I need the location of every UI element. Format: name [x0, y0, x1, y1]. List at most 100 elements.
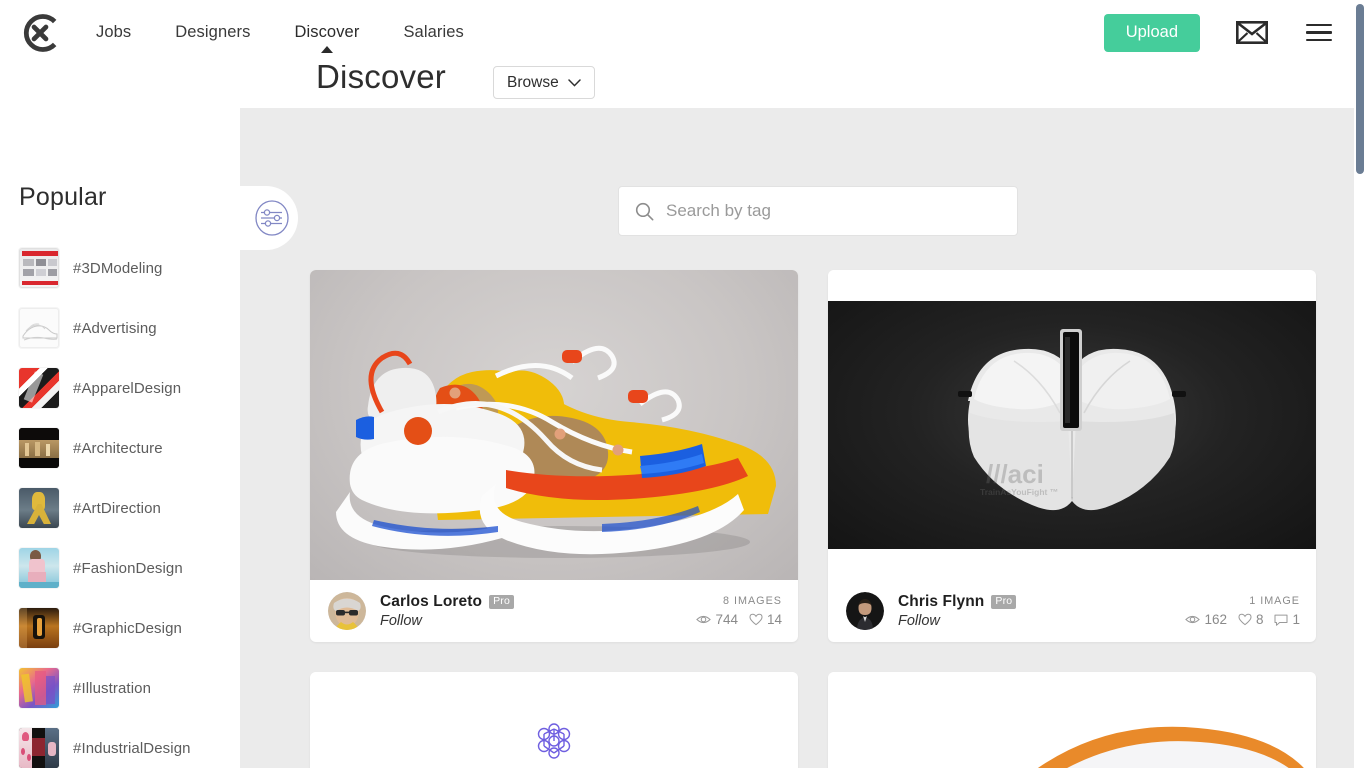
comment-bubble-icon: [1274, 614, 1288, 626]
search-bar[interactable]: [618, 186, 1018, 236]
eye-icon: [1185, 615, 1201, 624]
card-media[interactable]: [828, 672, 1316, 768]
search-icon: [635, 202, 654, 220]
popular-tags-sidebar: Popular #3DModeling #Advertising #Appare…: [0, 108, 240, 768]
site-header: Jobs Designers Discover Salaries Upload: [0, 0, 1354, 65]
hamburger-menu-icon[interactable]: [1306, 19, 1332, 47]
heart-icon: [1238, 613, 1252, 626]
svg-text:TrainAsYouFight ™: TrainAsYouFight ™: [980, 487, 1058, 497]
views-stat: 162: [1185, 612, 1227, 627]
browse-dropdown[interactable]: Browse: [493, 66, 595, 99]
author-row: Chris Flynn Pro: [898, 593, 1017, 611]
author-name[interactable]: Carlos Loreto: [380, 593, 482, 611]
pro-badge: Pro: [489, 594, 515, 610]
sidebar-item-appareldesign[interactable]: #ApparelDesign: [19, 358, 240, 418]
likes-stat[interactable]: 14: [749, 612, 782, 627]
sidebar-item-label: #Illustration: [73, 679, 152, 697]
comments-stat[interactable]: 1: [1274, 612, 1300, 627]
sidebar-item-artdirection[interactable]: #ArtDirection: [19, 478, 240, 538]
discover-content: Carlos Loreto Pro Follow 8 IMAGES: [240, 108, 1354, 768]
tag-thumbnail: [19, 248, 59, 288]
follow-link[interactable]: Follow: [380, 613, 514, 629]
avatar[interactable]: [846, 592, 884, 630]
stat-row: 162 8 1: [1185, 612, 1300, 627]
envelope-icon[interactable]: [1236, 21, 1268, 44]
nav-item-discover[interactable]: Discover: [294, 23, 360, 53]
likes-stat[interactable]: 8: [1238, 612, 1264, 627]
card-author-meta: Chris Flynn Pro Follow: [898, 593, 1017, 629]
image-count: 1 IMAGE: [1249, 595, 1300, 607]
header-actions: Upload: [1103, 13, 1354, 52]
tag-thumbnail: [19, 368, 59, 408]
comments-count: 1: [1292, 612, 1300, 627]
heart-icon: [749, 613, 763, 626]
tag-thumbnail: [19, 668, 59, 708]
card-media[interactable]: ///aci TrainAsYouFight ™: [828, 270, 1316, 580]
sidebar-item-label: #ArtDirection: [73, 499, 161, 517]
nav-label: Discover: [294, 23, 360, 41]
views-stat: 744: [696, 612, 738, 627]
svg-text:///aci: ///aci: [986, 459, 1044, 489]
active-nav-caret-icon: [320, 46, 333, 53]
sidebar-item-label: #Advertising: [73, 319, 157, 337]
card-footer: Chris Flynn Pro Follow 1 IMAGE 162 8 1: [828, 580, 1316, 642]
tag-thumbnail: [19, 488, 59, 528]
sidebar-item-label: #3DModeling: [73, 259, 163, 277]
nav-item-designers[interactable]: Designers: [175, 23, 250, 42]
project-card-grid: Carlos Loreto Pro Follow 8 IMAGES 744 14…: [310, 270, 1320, 768]
card-media[interactable]: [310, 270, 798, 580]
nav-item-jobs[interactable]: Jobs: [96, 23, 131, 42]
project-card[interactable]: ///aci TrainAsYouFight ™ Chris Flynn Pro…: [828, 270, 1316, 642]
views-count: 162: [1204, 612, 1227, 627]
chevron-down-icon: [567, 78, 581, 87]
filter-toggle-button[interactable]: [240, 186, 298, 250]
sidebar-item-graphicdesign[interactable]: #GraphicDesign: [19, 598, 240, 658]
card-media[interactable]: [310, 672, 798, 768]
likes-count: 14: [766, 612, 782, 627]
author-name[interactable]: Chris Flynn: [898, 593, 984, 611]
project-card[interactable]: [828, 672, 1316, 768]
3d-sneaker-render: [336, 345, 776, 558]
sidebar-item-label: #Architecture: [73, 439, 163, 457]
pro-badge: Pro: [991, 594, 1017, 610]
scrollbar-thumb[interactable]: [1356, 4, 1364, 174]
avatar[interactable]: [328, 592, 366, 630]
author-row: Carlos Loreto Pro: [380, 593, 515, 611]
tag-thumbnail: [19, 308, 59, 348]
sidebar-item-industrialdesign[interactable]: #IndustrialDesign: [19, 718, 240, 768]
upload-button[interactable]: Upload: [1103, 13, 1200, 52]
loading-placeholder: [310, 672, 798, 768]
sidebar-item-illustration[interactable]: #Illustration: [19, 658, 240, 718]
sidebar-item-architecture[interactable]: #Architecture: [19, 418, 240, 478]
follow-link[interactable]: Follow: [898, 613, 1016, 629]
browse-label: Browse: [507, 73, 559, 91]
nav-label: Salaries: [403, 23, 464, 41]
sidebar-item-fashiondesign[interactable]: #FashionDesign: [19, 538, 240, 598]
orange-silver-vehicle-render: [1038, 726, 1304, 768]
sidebar-item-label: #GraphicDesign: [73, 619, 182, 637]
tag-thumbnail: [19, 608, 59, 648]
image-count: 8 IMAGES: [722, 595, 782, 607]
project-card[interactable]: Carlos Loreto Pro Follow 8 IMAGES 744 14: [310, 270, 798, 642]
sidebar-item-3dmodeling[interactable]: #3DModeling: [19, 238, 240, 298]
loading-spinner-icon: [537, 723, 571, 759]
views-count: 744: [715, 612, 738, 627]
discover-page: Jobs Designers Discover Salaries Upload: [0, 0, 1366, 768]
page-scrollbar[interactable]: [1354, 0, 1366, 768]
search-input[interactable]: [666, 188, 1017, 234]
sliders-filter-icon: [255, 200, 289, 236]
project-card[interactable]: [310, 672, 798, 768]
card-stats: 8 IMAGES 744 14: [696, 595, 782, 627]
sidebar-item-label: #IndustrialDesign: [73, 739, 191, 757]
likes-count: 8: [1255, 612, 1264, 627]
sidebar-title: Popular: [19, 183, 107, 211]
sidebar-item-label: #FashionDesign: [73, 559, 183, 577]
nav-label: Designers: [175, 23, 251, 41]
eye-icon: [696, 615, 712, 624]
sidebar-item-advertising[interactable]: #Advertising: [19, 298, 240, 358]
card-footer: Carlos Loreto Pro Follow 8 IMAGES 744 14: [310, 580, 798, 642]
page-title-row: Discover Browse: [0, 58, 1354, 108]
tag-thumbnail: [19, 548, 59, 588]
coroflot-logo-icon[interactable]: [18, 11, 62, 55]
nav-item-salaries[interactable]: Salaries: [403, 23, 463, 42]
